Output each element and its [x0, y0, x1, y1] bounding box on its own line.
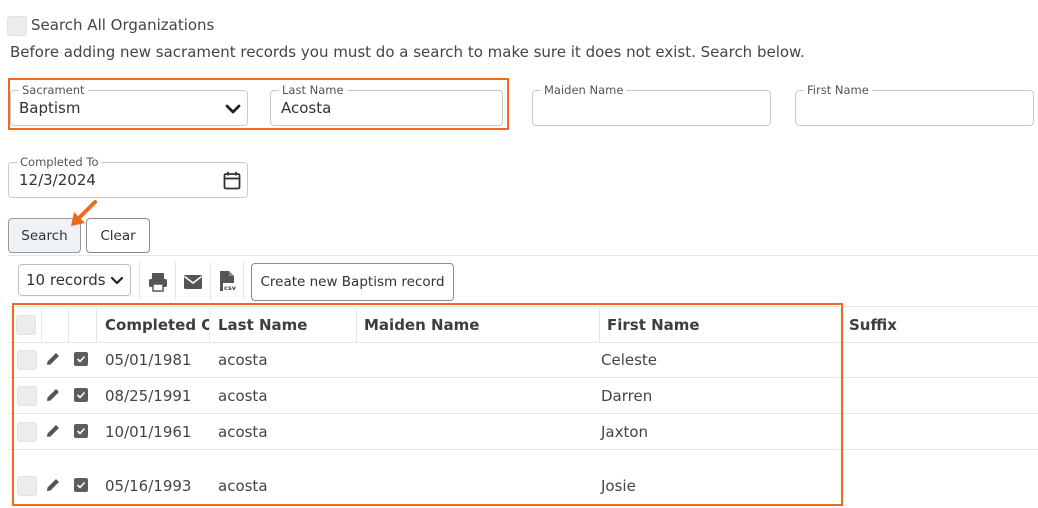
- maiden-name-label: Maiden Name: [541, 83, 627, 97]
- toolbar-divider: [243, 262, 244, 300]
- calendar-icon[interactable]: [223, 171, 241, 190]
- column-header-suffix[interactable]: Suffix: [849, 316, 897, 334]
- chevron-down-icon: [110, 276, 124, 285]
- first-name-label: First Name: [804, 83, 872, 97]
- completed-to-label: Completed To: [17, 155, 102, 169]
- toolbar-divider: [139, 262, 140, 300]
- search-all-checkbox[interactable]: [7, 16, 27, 36]
- completed-to-field[interactable]: Completed To 12/3/2024: [8, 155, 248, 198]
- toolbar-top-divider: [8, 255, 1038, 256]
- records-select-value: 10 records: [26, 271, 106, 289]
- maiden-name-field[interactable]: Maiden Name: [532, 83, 771, 126]
- toolbar-divider: [175, 262, 176, 300]
- csv-icon[interactable]: csv: [218, 270, 236, 292]
- records-select[interactable]: 10 records: [18, 264, 131, 296]
- toolbar-divider: [210, 262, 211, 300]
- svg-text:csv: csv: [224, 284, 236, 292]
- first-name-field[interactable]: First Name: [795, 83, 1034, 126]
- print-icon[interactable]: [148, 272, 168, 292]
- instruction-text: Before adding new sacrament records you …: [10, 43, 805, 61]
- search-fields-highlight: [8, 78, 509, 130]
- email-icon[interactable]: [183, 274, 203, 290]
- create-record-button[interactable]: Create new Baptism record: [251, 263, 454, 301]
- results-table-highlight: [12, 303, 843, 506]
- search-all-label: Search All Organizations: [31, 16, 215, 34]
- completed-to-value: 12/3/2024: [19, 171, 96, 189]
- arrow-pointer-icon: [71, 200, 97, 226]
